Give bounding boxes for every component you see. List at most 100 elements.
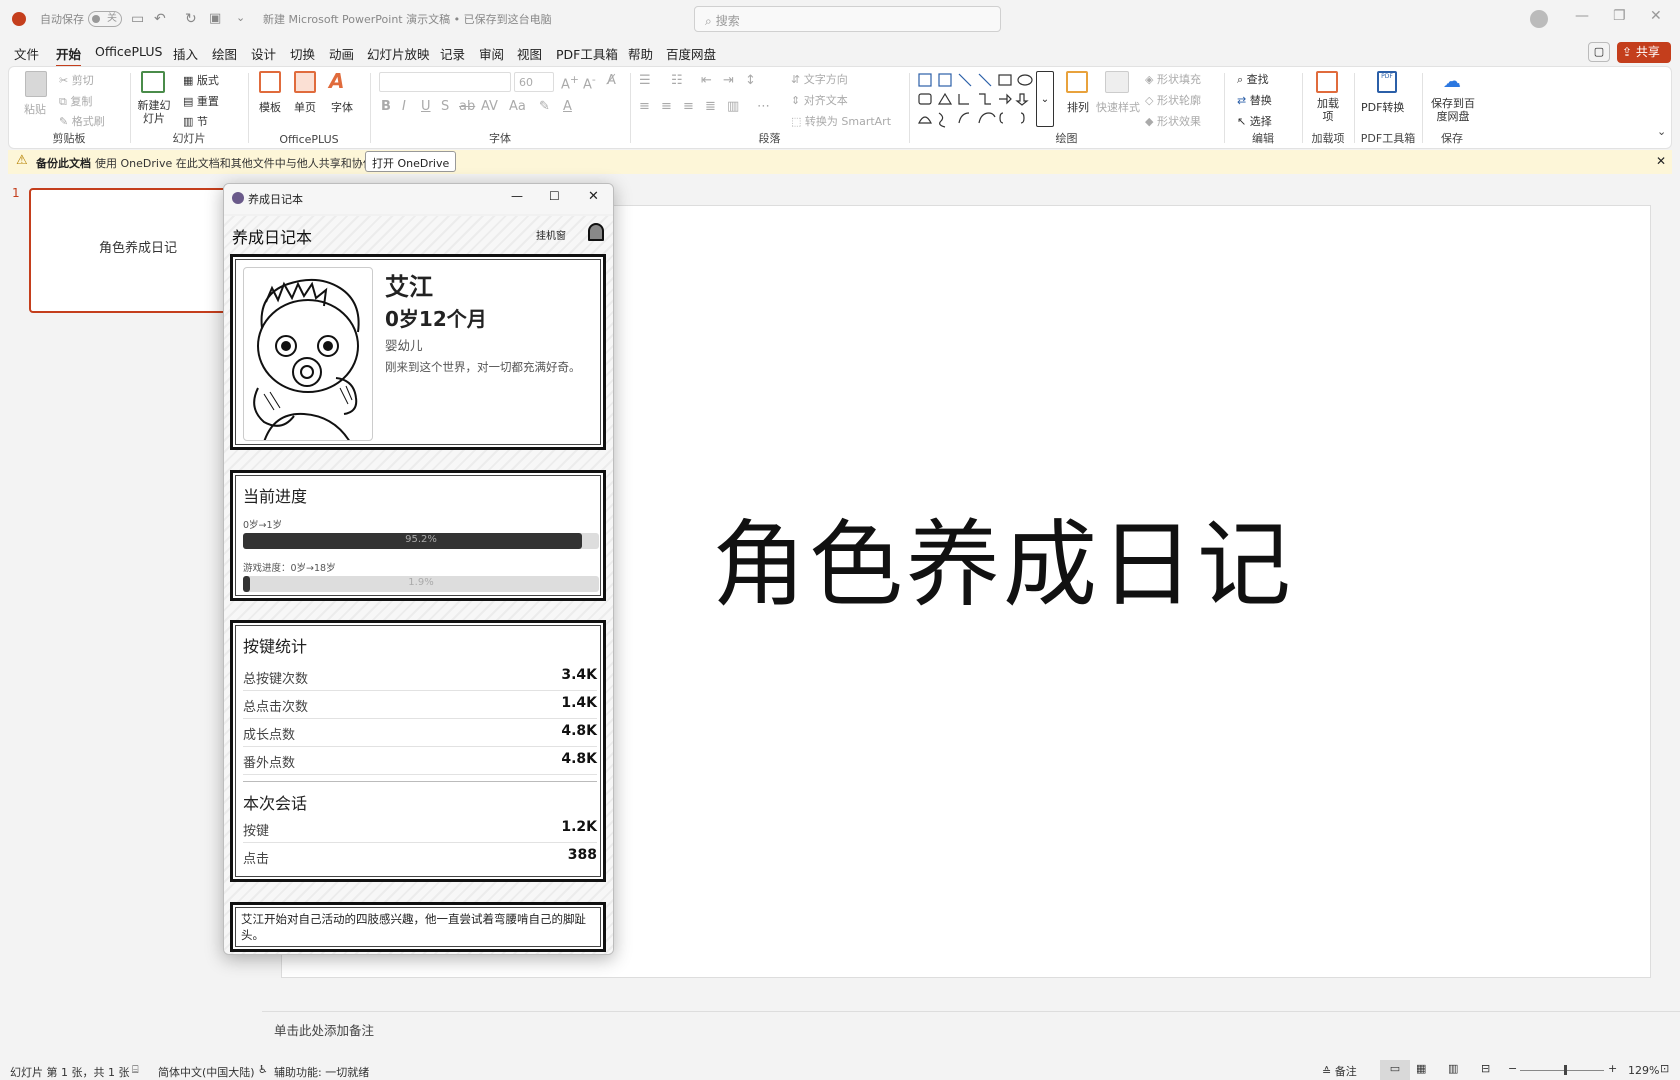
redo-icon[interactable]: ↻ (185, 11, 197, 27)
save-baidu-button[interactable]: 保存到百度网盘 (1429, 97, 1477, 123)
format-painter-button[interactable]: ✎ 格式刷 (59, 113, 105, 129)
template-button[interactable]: 模板 (259, 99, 281, 115)
zoom-slider[interactable] (1520, 1065, 1604, 1075)
shape-outline-button[interactable]: ◇ 形状轮廓 (1145, 92, 1201, 108)
tab-animations[interactable]: 动画 (329, 44, 354, 63)
presentation-icon[interactable]: ▣ (209, 11, 221, 26)
highlight-icon[interactable]: ✎ (539, 99, 550, 114)
tab-file[interactable]: 文件 (14, 44, 39, 63)
zoom-slider-thumb[interactable] (1564, 1065, 1567, 1075)
font-officeplus-button[interactable]: 字体 (331, 99, 353, 115)
shadow-icon[interactable]: S (441, 99, 449, 114)
tab-review[interactable]: 审阅 (479, 44, 504, 63)
increase-indent-icon[interactable]: ⇥ (723, 73, 734, 88)
paragraph-more-icon[interactable]: ⋯ (757, 99, 770, 114)
arrange-icon[interactable] (1066, 71, 1088, 93)
zoom-level[interactable]: 129% (1628, 1064, 1659, 1077)
bullets-icon[interactable]: ☰ (639, 73, 651, 88)
tab-record[interactable]: 记录 (440, 44, 465, 63)
addins-icon[interactable] (1316, 71, 1338, 93)
language-indicator[interactable]: 简体中文(中国大陆) (158, 1064, 255, 1080)
addins-button[interactable]: 加载项 (1316, 97, 1340, 123)
text-direction-button[interactable]: ⇵ 文字方向 (791, 71, 848, 87)
slide-sorter-icon[interactable]: ▦ (1416, 1062, 1426, 1075)
find-button[interactable]: ⌕ 查找 (1237, 71, 1269, 87)
tab-insert[interactable]: 插入 (173, 44, 198, 63)
convert-smartart-button[interactable]: ⬚ 转换为 SmartArt (791, 113, 891, 129)
select-button[interactable]: ↖ 选择 (1237, 113, 1272, 129)
font-size-select[interactable]: 60 (514, 72, 554, 92)
change-case-icon[interactable]: Aa (509, 99, 526, 114)
app-minimize-icon[interactable]: — (511, 189, 523, 203)
notes-button[interactable]: ≙ 备注 (1322, 1063, 1357, 1079)
zoom-in-icon[interactable]: + (1608, 1062, 1617, 1075)
comments-button[interactable]: ▢ (1588, 42, 1610, 62)
search-input[interactable]: ⌕ 搜索 (694, 6, 1001, 32)
slide-title[interactable]: 角色养成日记 (712, 489, 1294, 625)
user-avatar[interactable] (1530, 10, 1548, 28)
accessibility-status[interactable]: 辅助功能: 一切就绪 (274, 1064, 369, 1080)
open-onedrive-button[interactable]: 打开 OneDrive (365, 151, 457, 172)
save-icon[interactable]: ▭ (131, 11, 144, 27)
tombstone-icon[interactable] (588, 223, 604, 241)
shapes-more-button[interactable]: ⌄ (1036, 71, 1054, 127)
tab-home[interactable]: 开始 (56, 44, 82, 68)
tab-view[interactable]: 视图 (517, 44, 542, 63)
align-left-icon[interactable]: ≡ (639, 99, 650, 114)
line-spacing-icon[interactable]: ↕ (745, 73, 756, 88)
bold-icon[interactable]: B (381, 99, 391, 114)
tab-pdf-tools[interactable]: PDF工具箱 (556, 44, 618, 63)
minimize-icon[interactable]: — (1575, 8, 1589, 24)
document-title[interactable]: 新建 Microsoft PowerPoint 演示文稿 • 已保存到这台电脑 (263, 11, 552, 27)
app-close-icon[interactable]: ✕ (588, 189, 599, 204)
slideshow-view-icon[interactable]: ⊟ (1481, 1062, 1490, 1075)
share-button[interactable]: ⇪ 共享 (1617, 42, 1671, 63)
italic-icon[interactable]: I (402, 99, 406, 114)
reading-view-icon[interactable]: ▥ (1448, 1062, 1458, 1075)
single-page-icon[interactable] (294, 71, 316, 93)
numbering-icon[interactable]: ☷ (671, 73, 683, 88)
clear-format-icon[interactable]: A̸ (607, 73, 616, 88)
arrange-button[interactable]: 排列 (1067, 99, 1089, 115)
tab-officeplus[interactable]: OfficePLUS (95, 44, 162, 59)
app-maximize-icon[interactable]: ☐ (549, 189, 560, 203)
banner-close-icon[interactable]: ✕ (1656, 154, 1666, 168)
zoom-out-icon[interactable]: − (1508, 1062, 1517, 1075)
cut-button[interactable]: ✂ 剪切 (59, 72, 94, 88)
increase-font-icon[interactable]: A+ (561, 73, 579, 92)
tab-draw[interactable]: 绘图 (212, 44, 237, 63)
notes-pane[interactable]: 单击此处添加备注 (262, 1011, 1680, 1047)
tab-transitions[interactable]: 切换 (290, 44, 315, 63)
tab-design[interactable]: 设计 (251, 44, 276, 63)
spellcheck-icon[interactable]: ⌸ (132, 1063, 139, 1077)
quick-styles-button[interactable]: 快速样式 (1096, 99, 1140, 115)
strikethrough-icon[interactable]: ab (459, 99, 475, 114)
normal-view-icon[interactable]: ▭ (1380, 1060, 1410, 1080)
tab-help[interactable]: 帮助 (628, 44, 653, 63)
new-slide-button[interactable]: 新建幻灯片 (136, 99, 172, 125)
tab-slideshow[interactable]: 幻灯片放映 (367, 44, 430, 63)
paste-button[interactable]: 粘贴 (24, 101, 46, 117)
restore-icon[interactable]: ❐ (1613, 8, 1626, 24)
undo-icon[interactable]: ↶ (154, 11, 166, 27)
collapse-ribbon-icon[interactable]: ⌄ (1657, 125, 1666, 138)
justify-icon[interactable]: ≣ (705, 99, 716, 114)
columns-icon[interactable]: ▥ (727, 99, 739, 114)
quick-styles-icon[interactable] (1105, 71, 1129, 93)
replace-button[interactable]: ⇄ 替换 (1237, 92, 1272, 108)
pdf-convert-button[interactable]: PDF转换 (1361, 99, 1404, 115)
font-name-select[interactable] (379, 72, 511, 92)
paste-icon[interactable] (25, 71, 47, 97)
close-icon[interactable]: ✕ (1650, 8, 1662, 24)
pdf-convert-icon[interactable]: PDF (1377, 71, 1397, 93)
shape-fill-button[interactable]: ◈ 形状填充 (1145, 71, 1201, 87)
template-icon[interactable] (259, 71, 281, 93)
single-page-button[interactable]: 单页 (294, 99, 316, 115)
shapes-gallery[interactable] (915, 71, 1045, 131)
section-button[interactable]: ▥ 节 (183, 113, 208, 129)
font-color-icon[interactable]: A (563, 99, 572, 114)
decrease-font-icon[interactable]: A- (583, 73, 596, 92)
reset-button[interactable]: ▤ 重置 (183, 93, 219, 109)
new-slide-icon[interactable] (141, 71, 165, 93)
char-spacing-icon[interactable]: AV (481, 99, 498, 114)
